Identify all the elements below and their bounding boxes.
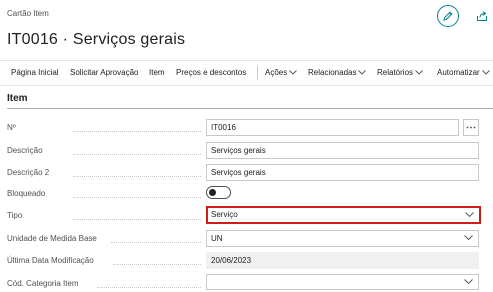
menu-acoes[interactable]: Ações — [265, 61, 298, 85]
chevron-down-icon — [289, 70, 298, 76]
bloqueado-toggle[interactable] — [206, 186, 231, 199]
share-button[interactable] — [475, 9, 489, 23]
section-divider — [7, 108, 493, 109]
label-cod-categoria-item: Cód. Categoria Item — [7, 279, 79, 288]
action-solicitar-aprovacao[interactable]: Solicitar Aprovação — [70, 61, 138, 85]
edit-button[interactable] — [437, 5, 459, 27]
label-leader — [111, 242, 201, 243]
label-bloqueado: Bloqueado — [7, 189, 46, 198]
label-leader — [73, 154, 201, 155]
label-leader — [97, 287, 201, 288]
action-bar: Página Inicial Solicitar Aprovação Item … — [0, 60, 493, 86]
menu-relatorios-label: Relatórios — [377, 68, 414, 77]
page-kind: Cartão Item — [7, 9, 49, 18]
tipo-select[interactable]: Serviço — [206, 206, 481, 224]
page-title: IT0016 · Serviços gerais — [7, 31, 186, 48]
descricao-field[interactable]: Serviços gerais — [206, 142, 479, 159]
ellipsis-icon — [466, 126, 476, 129]
section-title[interactable]: Item — [7, 93, 28, 104]
tipo-value: Serviço — [211, 210, 238, 219]
menu-relacionadas[interactable]: Relacionadas — [308, 61, 367, 85]
chevron-down-icon — [358, 70, 367, 76]
chevron-down-icon — [465, 212, 474, 218]
action-precos-descontos[interactable]: Preços e descontos — [176, 61, 246, 85]
unidade-value: UN — [211, 234, 223, 243]
menu-automatizar[interactable]: Automatizar — [437, 61, 490, 85]
descricao-2-field[interactable]: Serviços gerais — [206, 164, 479, 181]
label-no: Nº — [7, 123, 16, 132]
label-leader — [113, 264, 201, 265]
label-descricao-2: Descrição 2 — [7, 168, 50, 177]
action-item[interactable]: Item — [149, 61, 165, 85]
menu-automatizar-label: Automatizar — [437, 68, 480, 77]
cod-categoria-select[interactable] — [206, 274, 479, 290]
unidade-medida-select[interactable]: UN — [206, 230, 479, 247]
chevron-down-icon — [464, 235, 473, 241]
label-unidade-medida-base: Unidade de Medida Base — [7, 234, 97, 243]
chevron-down-icon — [481, 70, 490, 76]
toggle-knob — [209, 189, 216, 196]
label-ultima-data-modificacao: Última Data Modificação — [7, 256, 94, 265]
action-separator — [257, 66, 258, 80]
no-lookup-button[interactable] — [463, 119, 479, 136]
chevron-down-icon — [415, 70, 423, 76]
share-icon — [477, 11, 487, 21]
label-leader — [73, 197, 201, 198]
action-pagina-inicial[interactable]: Página Inicial — [11, 61, 59, 85]
label-leader — [73, 219, 201, 220]
label-leader — [73, 176, 201, 177]
menu-acoes-label: Ações — [265, 68, 288, 77]
label-leader — [73, 131, 201, 132]
label-descricao: Descrição — [7, 146, 43, 155]
ultima-data-field: 20/06/2023 — [206, 252, 479, 269]
menu-relatorios[interactable]: Relatórios — [377, 61, 423, 85]
no-field[interactable]: IT0016 — [206, 119, 459, 136]
menu-relacionadas-label: Relacionadas — [308, 68, 357, 77]
pencil-icon — [443, 11, 453, 21]
label-tipo: Tipo — [7, 211, 23, 220]
chevron-down-icon — [464, 279, 473, 285]
